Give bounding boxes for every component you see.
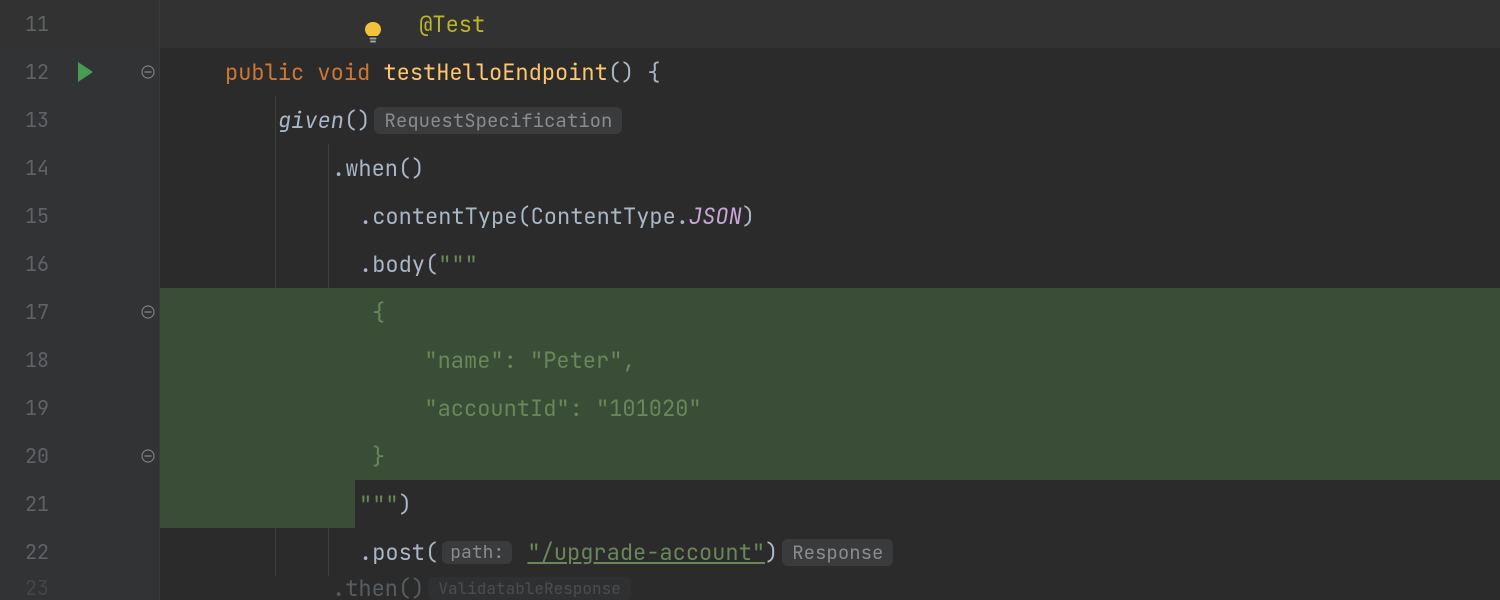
code-line[interactable]: .body(""" [160,240,1500,288]
string-token: """ [359,490,399,519]
string-token: "accountId": "101020" [398,394,702,423]
punct-token: ) [742,202,755,231]
inlay-param-hint[interactable]: path: [442,541,512,564]
run-test-icon[interactable] [78,62,93,82]
line-number: 18 [0,347,55,373]
punct-token: ) [399,490,412,519]
string-url-token: "/upgrade-account" [527,538,765,567]
line-number: 16 [0,251,55,277]
line-number: 14 [0,155,55,181]
code-line[interactable]: .then()ValidatableResponse [160,576,1500,600]
line-number: 15 [0,203,55,229]
gutter-row[interactable]: 18 [0,336,159,384]
line-number: 12 [0,59,55,85]
line-number: 11 [0,11,55,37]
editor-gutter: 11 12 13 14 15 16 17 18 19 20 21 22 23 [0,0,160,600]
code-line[interactable]: } [160,432,1500,480]
line-number: 23 [0,575,55,600]
gutter-row[interactable]: 11 [0,0,159,48]
line-number: 19 [0,395,55,421]
code-line[interactable]: .when() [160,144,1500,192]
code-line[interactable]: .contentType(ContentType.JSON) [160,192,1500,240]
code-line[interactable]: { [160,288,1500,336]
dot-token: . [332,154,345,183]
method-call-token: post( [372,538,438,567]
code-line[interactable]: "name": "Peter", [160,336,1500,384]
gutter-row[interactable]: 17 [0,288,159,336]
string-token: } [372,442,385,471]
annotation-token: @Test [419,10,485,39]
inlay-type-hint[interactable]: Response [782,539,893,566]
method-call-token: when() [345,154,424,183]
gutter-row[interactable]: 23 [0,576,159,600]
gutter-row[interactable]: 16 [0,240,159,288]
line-number: 22 [0,539,55,565]
gutter-row[interactable]: 15 [0,192,159,240]
fold-expand-icon[interactable] [141,449,155,463]
enum-token: JSON [689,202,742,231]
gutter-row[interactable]: 21 [0,480,159,528]
code-line[interactable]: given() RequestSpecification [160,96,1500,144]
line-number: 21 [0,491,55,517]
dot-token: . [359,250,372,279]
line-number: 13 [0,107,55,133]
string-token: """ [438,250,478,279]
method-call-token: given [278,106,344,135]
punct-token: ) [765,538,778,567]
code-line[interactable]: "accountId": "101020" [160,384,1500,432]
editor-content[interactable]: @Test public void testHelloEndpoint() { … [160,0,1500,600]
punct-token: () { [608,58,661,87]
code-line[interactable]: """) [160,480,1500,528]
code-line[interactable]: .post(path: "/upgrade-account") Response [160,528,1500,576]
string-token: "name": "Peter", [398,346,636,375]
fold-collapse-icon[interactable] [141,65,155,79]
punct-token: () [344,106,370,135]
method-call-token: body( [372,250,438,279]
gutter-row[interactable]: 12 [0,48,159,96]
dot-token: . [359,538,372,567]
method-name-token: testHelloEndpoint [383,58,607,87]
gutter-row[interactable]: 13 [0,96,159,144]
keyword-token: void [317,58,383,87]
gutter-row[interactable]: 14 [0,144,159,192]
method-call-token: contentType(ContentType. [372,202,689,231]
inlay-type-hint[interactable]: RequestSpecification [374,107,622,134]
keyword-token: public [225,58,317,87]
dot-token: . [359,202,372,231]
code-line[interactable]: @Test [160,0,1500,48]
line-number: 20 [0,443,55,469]
gutter-row[interactable]: 20 [0,432,159,480]
gutter-row[interactable]: 22 [0,528,159,576]
fold-collapse-icon[interactable] [141,305,155,319]
line-number: 17 [0,299,55,325]
gutter-row[interactable]: 19 [0,384,159,432]
string-token: { [372,298,385,327]
